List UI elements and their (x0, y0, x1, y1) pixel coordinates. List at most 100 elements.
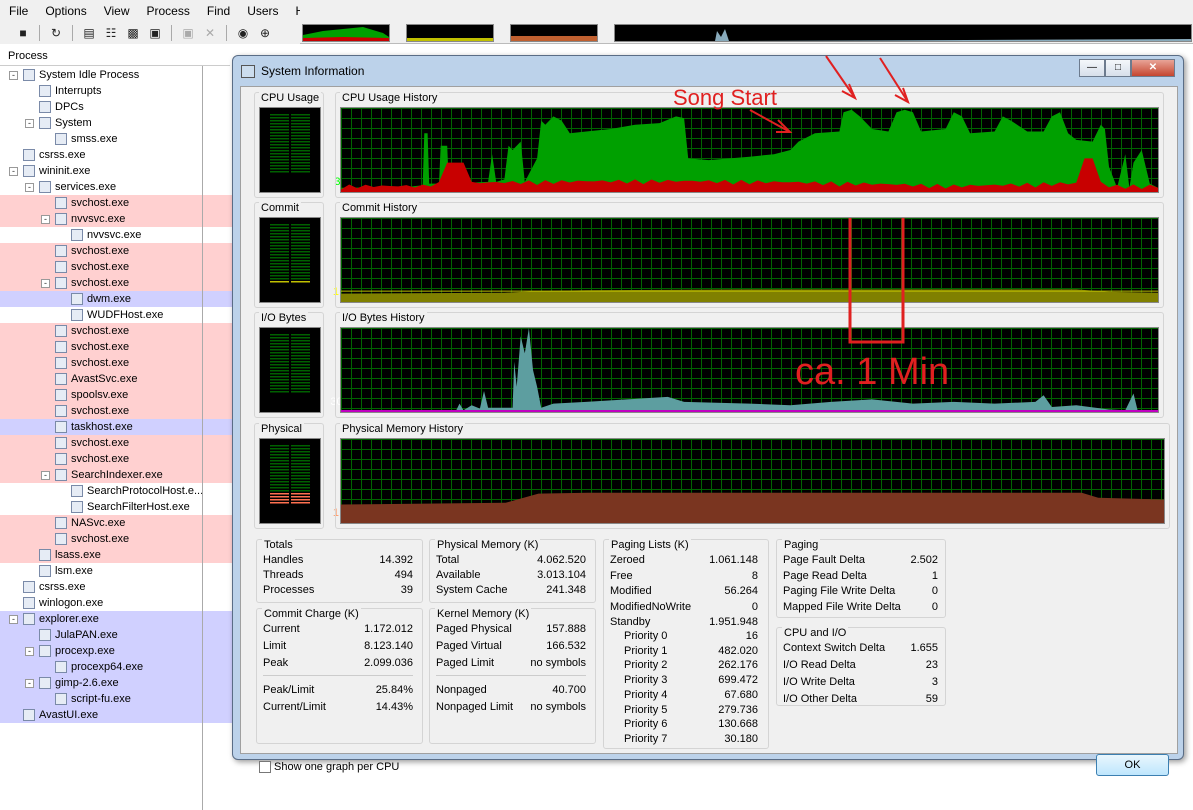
process-icon (39, 645, 51, 657)
process-row[interactable]: nvvsvc.exe (0, 227, 232, 243)
mini-physical-graph[interactable] (510, 24, 598, 42)
stat-value: 14.392 (379, 554, 413, 566)
one-graph-per-cpu-checkbox[interactable]: Show one graph per CPU (259, 761, 399, 774)
process-row[interactable]: - gimp-2.6.exe (0, 675, 232, 691)
process-row[interactable]: - System Idle Process (0, 67, 232, 83)
process-row[interactable]: procexp64.exe (0, 659, 232, 675)
menu-process[interactable]: Process (138, 4, 198, 18)
meter-bar (291, 451, 310, 453)
properties-icon[interactable]: ▣ (146, 24, 164, 42)
process-row[interactable]: lsass.exe (0, 547, 232, 563)
properties-disabled-icon[interactable]: ▣ (179, 24, 197, 42)
process-row[interactable]: svchost.exe (0, 323, 232, 339)
lower-pane-icon[interactable]: ▩ (124, 24, 142, 42)
checkbox-box[interactable] (259, 761, 271, 774)
process-row[interactable]: - wininit.exe (0, 163, 232, 179)
process-row[interactable]: dwm.exe (0, 291, 232, 307)
menu-options[interactable]: Options (36, 4, 94, 18)
process-row[interactable]: DPCs (0, 99, 232, 115)
expand-toggle-icon[interactable]: - (25, 647, 34, 656)
meter-bar (270, 162, 289, 164)
stat-label: Priority 5 (624, 703, 668, 716)
process-row[interactable]: svchost.exe (0, 355, 232, 371)
expand-toggle-icon[interactable]: - (25, 183, 34, 192)
process-row[interactable]: svchost.exe (0, 259, 232, 275)
process-row[interactable]: JulaPAN.exe (0, 627, 232, 643)
process-row[interactable]: - SearchIndexer.exe (0, 467, 232, 483)
meter-bar (291, 337, 310, 339)
process-row[interactable]: svchost.exe (0, 435, 232, 451)
process-column-header[interactable]: Process (0, 46, 230, 66)
process-row[interactable]: WUDFHost.exe (0, 307, 232, 323)
process-row[interactable]: svchost.exe (0, 451, 232, 467)
process-row[interactable]: lsm.exe (0, 563, 232, 579)
process-row[interactable]: NASvc.exe (0, 515, 232, 531)
expand-toggle-icon[interactable]: - (41, 471, 50, 480)
process-row[interactable]: SearchFilterHost.exe (0, 499, 232, 515)
expand-toggle-icon[interactable]: - (41, 279, 50, 288)
process-row[interactable]: - svchost.exe (0, 275, 232, 291)
process-row[interactable]: svchost.exe (0, 195, 232, 211)
mini-commit-graph[interactable] (406, 24, 494, 42)
process-row[interactable]: SearchProtocolHost.e... (0, 483, 232, 499)
find-icon[interactable]: ◉ (234, 24, 252, 42)
meter-bar (291, 281, 310, 283)
process-row[interactable]: taskhost.exe (0, 419, 232, 435)
io-history-graph[interactable] (340, 327, 1159, 413)
process-row[interactable]: spoolsv.exe (0, 387, 232, 403)
expand-toggle-icon[interactable]: - (25, 679, 34, 688)
process-row[interactable]: - procexp.exe (0, 643, 232, 659)
mini-io-graph[interactable] (614, 24, 1192, 42)
mini-cpu-graph[interactable] (302, 24, 390, 42)
commit-history-graph[interactable] (340, 217, 1159, 303)
meter-bar (270, 478, 289, 480)
process-row[interactable]: AvastSvc.exe (0, 371, 232, 387)
expand-toggle-icon[interactable]: - (41, 215, 50, 224)
save-icon[interactable]: ■ (14, 24, 32, 42)
process-row[interactable]: AvastUI.exe (0, 707, 232, 723)
physical-history-graph[interactable] (340, 438, 1165, 524)
meter-bar (291, 117, 310, 119)
process-name: System (55, 117, 92, 129)
meter-bar (291, 132, 310, 134)
menu-users[interactable]: Users (238, 4, 286, 18)
target-icon[interactable]: ⊕ (256, 24, 274, 42)
meter-bar (270, 275, 289, 277)
ok-button[interactable]: OK (1096, 754, 1169, 776)
process-row[interactable]: script-fu.exe (0, 691, 232, 707)
meter-bar (291, 493, 310, 495)
process-name: csrss.exe (39, 149, 86, 161)
refresh-icon[interactable]: ↻ (47, 24, 65, 42)
process-row[interactable]: csrss.exe (0, 579, 232, 595)
process-row[interactable]: csrss.exe (0, 147, 232, 163)
kill-process-icon[interactable]: ✕ (201, 24, 219, 42)
close-button[interactable]: ✕ (1131, 59, 1175, 77)
process-row[interactable]: svchost.exe (0, 339, 232, 355)
process-row[interactable]: - services.exe (0, 179, 232, 195)
process-row[interactable]: - System (0, 115, 232, 131)
process-row[interactable]: - nvvsvc.exe (0, 211, 232, 227)
expand-toggle-icon[interactable]: - (25, 119, 34, 128)
process-row[interactable]: svchost.exe (0, 403, 232, 419)
process-row[interactable]: - explorer.exe (0, 611, 232, 627)
expand-toggle-icon[interactable]: - (9, 167, 18, 176)
maximize-button[interactable]: □ (1105, 59, 1131, 77)
meter-bar (270, 355, 289, 357)
expand-toggle-icon[interactable]: - (9, 71, 18, 80)
process-row[interactable]: svchost.exe (0, 243, 232, 259)
meter-bar (291, 159, 310, 161)
expand-toggle-icon[interactable]: - (9, 615, 18, 624)
process-row[interactable]: Interrupts (0, 83, 232, 99)
process-name: Interrupts (55, 85, 102, 97)
totals-group: Totals Handles 14.392 Threads 494 Processes 3… (256, 539, 423, 603)
show-tree-icon[interactable]: ☷ (102, 24, 120, 42)
system-info-icon[interactable]: ▤ (80, 24, 98, 42)
process-row[interactable]: svchost.exe (0, 531, 232, 547)
cpu-history-graph[interactable] (340, 107, 1159, 193)
menu-file[interactable]: File (0, 4, 36, 18)
menu-view[interactable]: View (95, 4, 138, 18)
process-row[interactable]: smss.exe (0, 131, 232, 147)
minimize-button[interactable]: — (1079, 59, 1105, 77)
process-row[interactable]: winlogon.exe (0, 595, 232, 611)
menu-find[interactable]: Find (198, 4, 238, 18)
